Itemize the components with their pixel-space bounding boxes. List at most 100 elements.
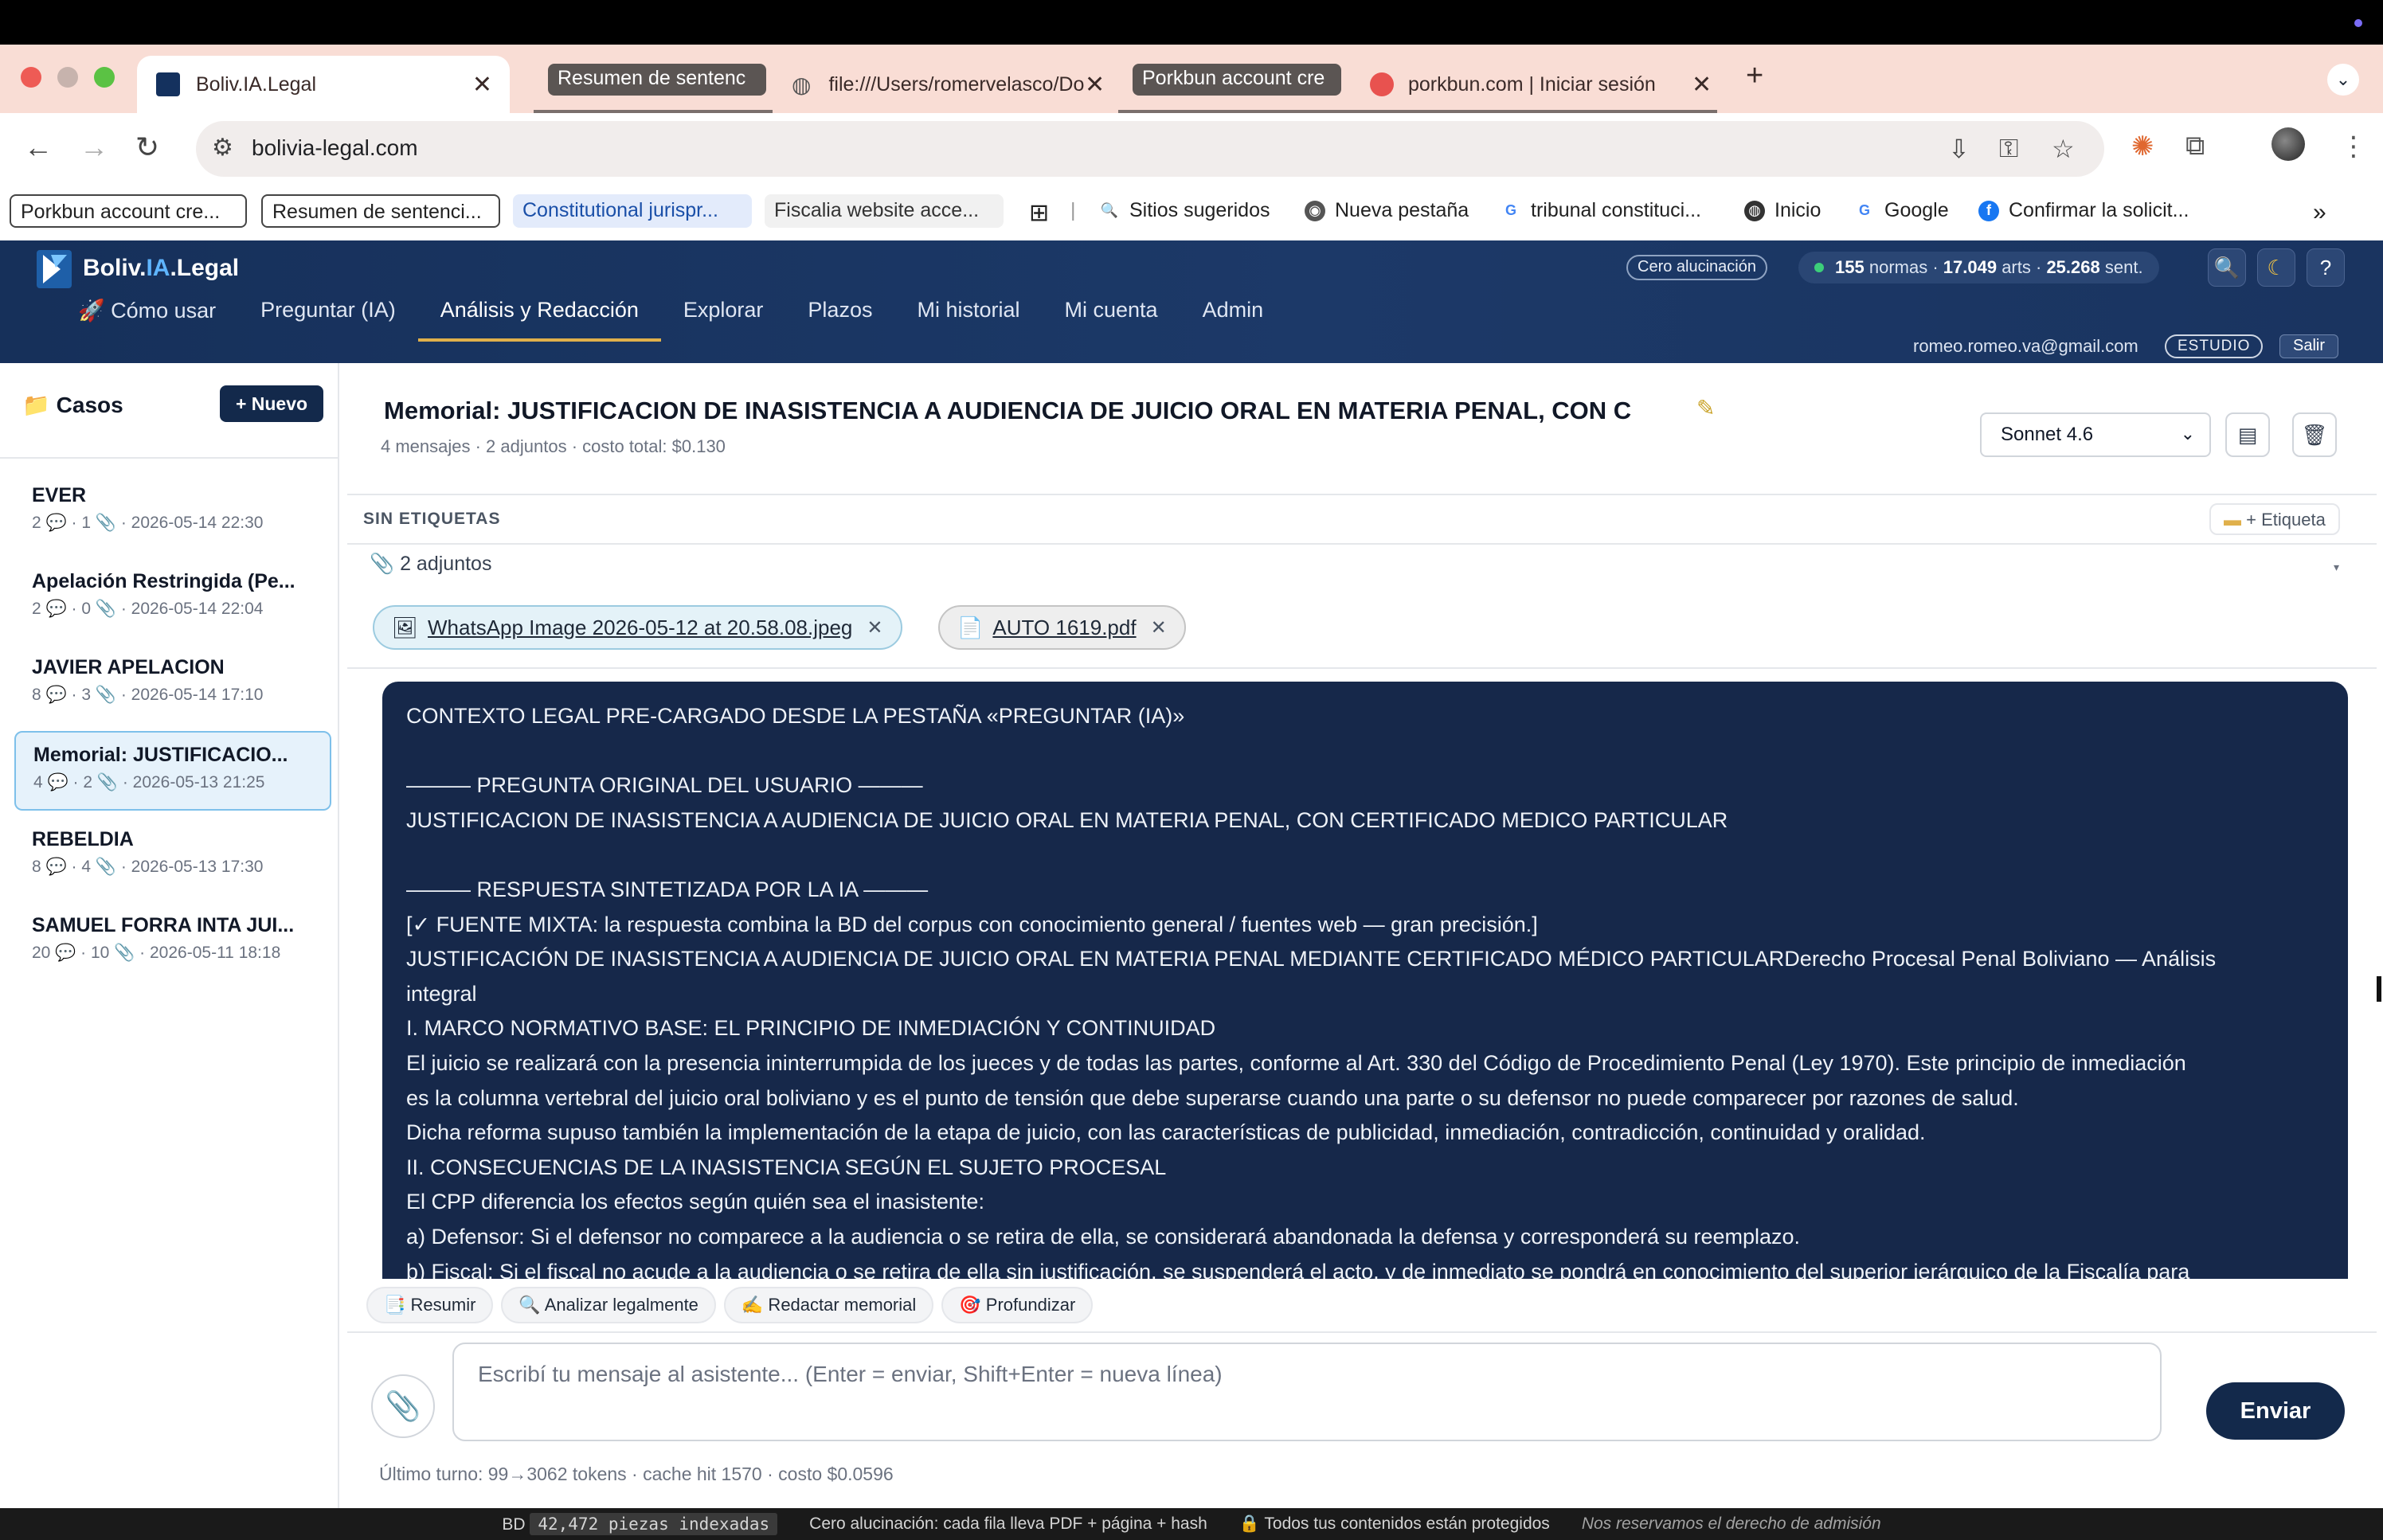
more-bookmarks-chevron-icon[interactable]: » [2313, 199, 2326, 226]
remove-attachment-icon[interactable]: ✕ [867, 616, 882, 639]
tab-file-users[interactable]: ◍ file:///Users/romervelasco/Do ✕ [792, 56, 1118, 113]
message-line: I. MARCO NORMATIVO BASE: EL PRINCIPIO DE… [406, 1016, 1216, 1041]
bookmark-sitios-sugeridos[interactable]: 🔍 Sitios sugeridos [1099, 199, 1270, 222]
search-icon: 🔍 [1100, 202, 1119, 218]
attachment-name[interactable]: WhatsApp Image 2026-05-12 at 20.58.08.jp… [428, 616, 852, 640]
tab-close-icon[interactable]: ✕ [1692, 71, 1712, 99]
case-title: Memorial: JUSTIFICACIO... [33, 744, 288, 766]
forward-arrow-icon[interactable]: → [80, 131, 108, 164]
message-line [406, 734, 2324, 769]
tab-resumen-de-sentencia[interactable]: Resumen de sentenc [548, 64, 766, 96]
tab-boliv-ia-legal[interactable]: Boliv.IA.Legal ✕ [137, 56, 510, 113]
tab-porkbun-login[interactable]: porkbun.com | Iniciar sesión ✕ [1370, 56, 1720, 113]
deepen-button[interactable]: 🎯 Profundizar [941, 1287, 1094, 1323]
globe-icon: ◍ [1744, 200, 1765, 221]
key-icon[interactable]: ⚿ [1999, 134, 2018, 164]
tab-porkbun-account[interactable]: Porkbun account cre [1133, 64, 1341, 96]
bookmark-porkbun[interactable]: Porkbun account cre... [10, 194, 247, 228]
window-close-button[interactable] [21, 67, 41, 88]
reload-icon[interactable]: ↻ [135, 131, 159, 164]
tab-search-chevron-icon[interactable]: ⌄ [2327, 64, 2359, 96]
message-line: b) Fiscal: Si el fiscal no acude a la au… [406, 1259, 2190, 1280]
bookmark-constitutional[interactable]: Constitutional jurispr... [513, 194, 752, 228]
help-icon[interactable]: ? [2307, 248, 2345, 287]
message-line: es la columna vertebral del juicio oral … [406, 1085, 2019, 1110]
model-select[interactable]: Sonnet 4.6 ⌄ [1980, 412, 2211, 457]
analyze-legally-button[interactable]: 🔍 Analizar legalmente [501, 1287, 716, 1323]
send-button[interactable]: Enviar [2206, 1382, 2345, 1440]
url-text[interactable]: bolivia-legal.com [252, 135, 418, 161]
edit-pencil-icon[interactable]: ✎ [1696, 395, 1715, 421]
site-settings-icon[interactable]: ⚙ [212, 134, 233, 162]
nav-como-usar[interactable]: 🚀 Cómo usar [56, 296, 238, 342]
summarize-button[interactable]: 📑 Resumir [366, 1287, 494, 1323]
bookmark-resumen[interactable]: Resumen de sentenci... [261, 194, 500, 228]
bookmark-confirmar[interactable]: f Confirmar la solicit... [1978, 199, 2189, 222]
remove-attachment-icon[interactable]: ✕ [1151, 616, 1167, 639]
bookmark-nueva-pestana[interactable]: ◉ Nueva pestaña [1305, 199, 1469, 222]
porkbun-favicon-icon [1370, 72, 1394, 96]
message-line: El CPP diferencia los efectos según quié… [406, 1190, 984, 1214]
document-icon: 📄 [957, 615, 984, 639]
bookmark-tribunal[interactable]: Gtribunal constituci... [1501, 199, 1701, 222]
nav-mi-cuenta[interactable]: Mi cuenta [1043, 296, 1180, 342]
case-item-active[interactable]: Memorial: JUSTIFICACIO... 4 💬 · 2 📎 · 20… [14, 731, 331, 811]
case-item[interactable]: Apelación Restringida (Pe... 2 💬 · 0 📎 ·… [14, 559, 331, 639]
case-title: Apelación Restringida (Pe... [32, 570, 295, 592]
brand-logo-text[interactable]: Boliv.IA.Legal [83, 255, 239, 282]
case-title: EVER [32, 484, 87, 506]
extension-sun-icon[interactable]: ✺ [2131, 131, 2154, 162]
add-tag-button[interactable]: ▬ + Etiqueta [2209, 503, 2340, 535]
case-item[interactable]: REBELDIA 8 💬 · 4 📎 · 2026-05-13 17:30 [14, 817, 331, 897]
message-input[interactable]: Escribí tu mensaje al asistente... (Ente… [452, 1343, 2162, 1441]
conversation-title: Memorial: JUSTIFICACION DE INASISTENCIA … [384, 397, 1632, 424]
bookmark-inicio[interactable]: ◍ Inicio [1744, 199, 1821, 222]
archive-icon[interactable]: ▤ [2225, 412, 2270, 457]
nav-plazos[interactable]: Plazos [785, 296, 894, 342]
message-line: ——— RESPUESTA SINTETIZADA POR LA IA ——— [406, 877, 929, 901]
new-case-button[interactable]: + Nuevo [220, 385, 323, 422]
case-item[interactable]: EVER 2 💬 · 1 📎 · 2026-05-14 22:30 [14, 473, 331, 553]
attach-paperclip-icon[interactable]: 📎 [371, 1374, 435, 1438]
logo-icon [37, 250, 72, 288]
bookmark-label: tribunal constituci... [1531, 199, 1701, 221]
attachment-name[interactable]: AUTO 1619.pdf [992, 616, 1136, 640]
message-line: a) Defensor: Si el defensor no comparece… [406, 1224, 1801, 1249]
back-arrow-icon[interactable]: ← [24, 131, 53, 164]
draft-memorial-button[interactable]: ✍️ Redactar memorial [723, 1287, 934, 1323]
dark-mode-moon-icon[interactable]: ☾ [2257, 248, 2295, 287]
collapse-chevron-icon[interactable]: ▾ [2334, 561, 2339, 574]
search-icon[interactable]: 🔍 [2208, 248, 2246, 287]
window-zoom-button[interactable] [94, 67, 115, 88]
nav-admin[interactable]: Admin [1180, 296, 1286, 342]
trash-icon[interactable]: 🗑 [2292, 412, 2337, 457]
new-tab-icon[interactable]: + [1746, 59, 1763, 93]
install-app-icon[interactable]: ⇩ [1948, 134, 1970, 164]
case-item[interactable]: JAVIER APELACION 8 💬 · 3 📎 · 2026-05-14 … [14, 645, 331, 725]
nav-mi-historial[interactable]: Mi historial [894, 296, 1042, 342]
attachment-chip[interactable]: 📄 AUTO 1619.pdf ✕ [938, 605, 1186, 650]
tags-label: SIN ETIQUETAS [363, 510, 501, 528]
address-bar[interactable]: ⚙ bolivia-legal.com ⇩ ⚿ ☆ [196, 121, 2104, 177]
bookmark-google[interactable]: G Google [1854, 199, 1949, 222]
nav-preguntar[interactable]: Preguntar (IA) [238, 296, 418, 342]
attachment-chip[interactable]: 🖼 WhatsApp Image 2026-05-12 at 20.58.08.… [373, 605, 902, 650]
bookmark-star-icon[interactable]: ☆ [2052, 134, 2075, 164]
sidebar-header: 📁 Casos + Nuevo [0, 363, 338, 459]
nav-explorar[interactable]: Explorar [661, 296, 786, 342]
tab-close-icon[interactable]: ✕ [472, 71, 492, 99]
attachments-toggle[interactable]: 📎 2 adjuntos [370, 553, 491, 576]
nav-analisis-redaccion[interactable]: Análisis y Redacción [417, 296, 661, 342]
apps-grid-icon[interactable]: ⊞ [1029, 199, 1049, 227]
browser-menu-icon[interactable]: ⋮ [2340, 131, 2367, 162]
profile-avatar[interactable] [2271, 127, 2305, 161]
tab-close-icon[interactable]: ✕ [1085, 71, 1105, 99]
logout-button[interactable]: Salir [2279, 334, 2339, 358]
stat-label: sent. [2104, 257, 2143, 277]
status-footer: BD 42,472 piezas indexadas Cero alucinac… [0, 1508, 2383, 1540]
extensions-puzzle-icon[interactable]: ⧉ [2185, 131, 2205, 162]
bookmarks-divider: | [1070, 199, 1076, 221]
bookmark-fiscalia[interactable]: Fiscalia website acce... [765, 194, 1004, 228]
case-item[interactable]: SAMUEL FORRA INTA JUI... 20 💬 · 10 📎 · 2… [14, 903, 331, 983]
window-minimize-button[interactable] [57, 67, 78, 88]
